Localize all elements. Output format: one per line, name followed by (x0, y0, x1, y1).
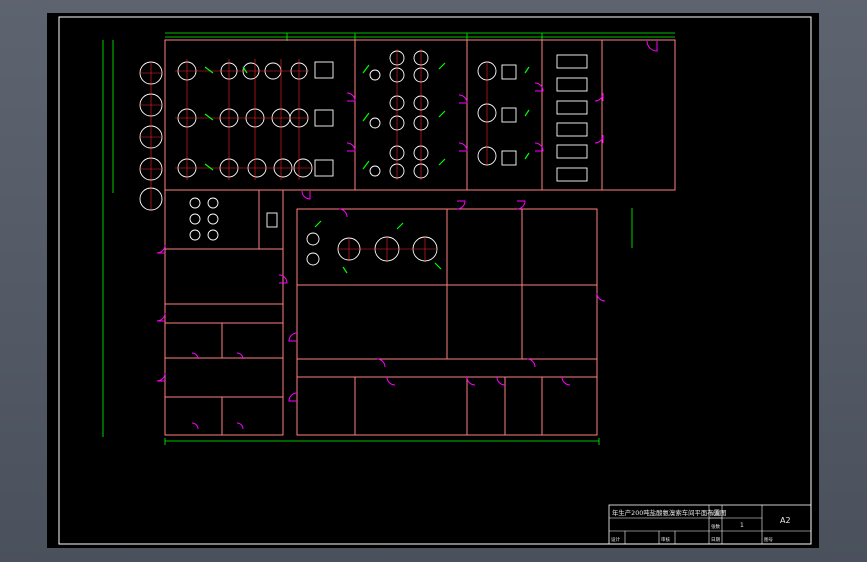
floor-plan-drawing: 年生产200吨盐酸氨溴索车间平面布置图 比例 张数 1 A2 设计 审核 日期 … (58, 16, 812, 545)
title-block: 年生产200吨盐酸氨溴索车间平面布置图 比例 张数 1 A2 设计 审核 日期 … (608, 504, 812, 545)
drawing-title: 年生产200吨盐酸氨溴索车间平面布置图 (612, 508, 726, 517)
drawing-number-label: 图号 (764, 537, 773, 543)
drawn-label: 设计 (611, 536, 620, 543)
sheet-value: 1 (740, 522, 744, 529)
scale-label: 比例 (711, 510, 720, 517)
equipment-vessels (139, 50, 588, 266)
dimension-lines (102, 32, 675, 445)
checked-label: 审核 (661, 536, 670, 543)
paper-size: A2 (780, 516, 791, 525)
sheet-label: 张数 (711, 523, 720, 530)
door-swings (156, 40, 658, 430)
building-walls (164, 39, 676, 436)
vessel-axes (139, 49, 488, 262)
drawing-sheet: 年生产200吨盐酸氨溴索车间平面布置图 比例 张数 1 A2 设计 审核 日期 … (47, 13, 819, 548)
drawing-border (58, 16, 812, 545)
date-label: 日期 (711, 537, 720, 543)
